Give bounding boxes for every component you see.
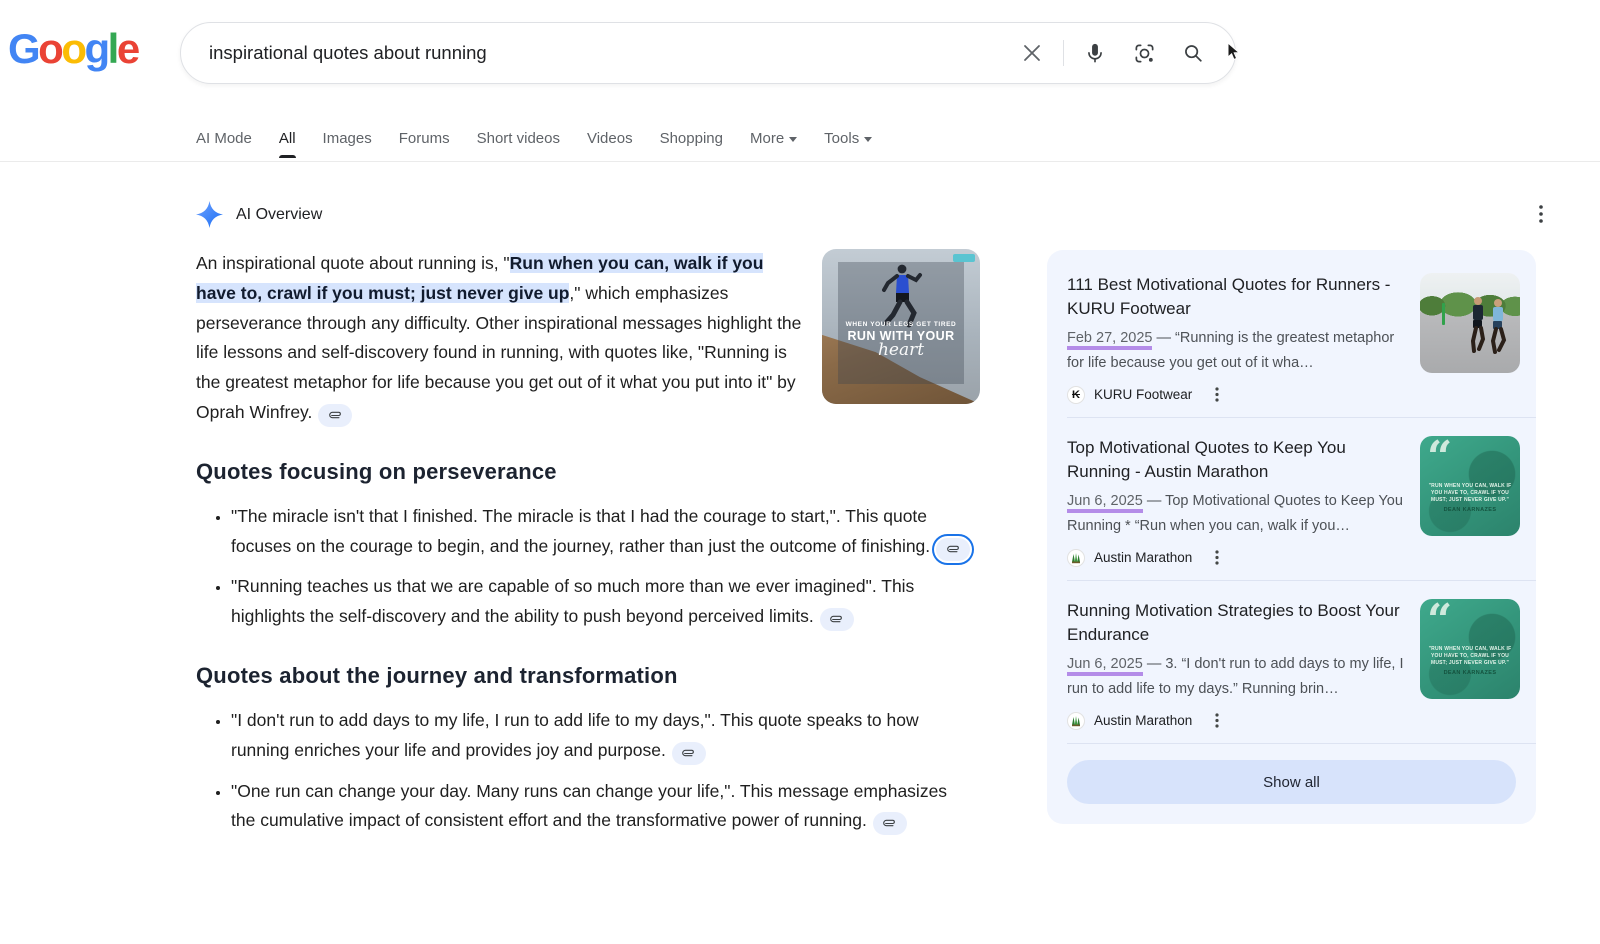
- result-date: Jun 6, 2025: [1067, 493, 1143, 513]
- source-link-chip[interactable]: [672, 742, 706, 765]
- tab-videos[interactable]: Videos: [587, 130, 633, 147]
- tab-more[interactable]: More: [750, 130, 797, 147]
- tab-ai-mode[interactable]: AI Mode: [196, 130, 252, 147]
- source-name: Austin Marathon: [1094, 713, 1192, 728]
- tab-images[interactable]: Images: [323, 130, 372, 147]
- mouse-cursor: [1226, 42, 1242, 62]
- search-input[interactable]: inspirational quotes about running: [209, 42, 1012, 64]
- logo-letter: o: [38, 25, 61, 72]
- runners-photo-thumbnail[interactable]: [1420, 273, 1520, 373]
- caret-down-icon: [789, 137, 797, 142]
- source-card-title[interactable]: Top Motivational Quotes to Keep You Runn…: [1067, 436, 1406, 484]
- result-filter-tabs: AI Mode All Images Forums Short videos V…: [196, 116, 872, 160]
- journey-quote-list: "I don't run to add days to my life, I r…: [196, 706, 980, 836]
- clear-icon[interactable]: [1012, 33, 1052, 73]
- source-name: KURU Footwear: [1094, 387, 1192, 402]
- ai-overview-title: AI Overview: [236, 206, 322, 224]
- source-link-chip-focused[interactable]: [936, 538, 970, 561]
- result-date: Jun 6, 2025: [1067, 656, 1143, 676]
- ai-overview-paragraph: An inspirational quote about running is,…: [196, 249, 802, 428]
- source-card[interactable]: Running Motivation Strategies to Boost Y…: [1047, 581, 1536, 743]
- google-logo[interactable]: Google: [8, 25, 138, 73]
- search-icon[interactable]: [1173, 33, 1213, 73]
- tab-forums[interactable]: Forums: [399, 130, 450, 147]
- card-divider: [1067, 743, 1536, 744]
- caret-down-icon: [864, 137, 872, 142]
- source-card[interactable]: Top Motivational Quotes to Keep You Runn…: [1047, 418, 1536, 580]
- ai-sparkle-icon: [196, 201, 223, 228]
- source-card-snippet: Jun 6, 2025 — 3. “I don't run to add day…: [1067, 652, 1406, 702]
- section-heading-perseverance: Quotes focusing on perseverance: [196, 459, 980, 485]
- source-link-chip[interactable]: [820, 608, 854, 631]
- result-date: Feb 27, 2025: [1067, 330, 1152, 350]
- logo-letter: G: [8, 25, 38, 72]
- logo-letter: e: [117, 25, 138, 72]
- source-link-chip[interactable]: [873, 812, 907, 835]
- quote-graphic-thumbnail[interactable]: “ "RUN WHEN YOU CAN, WALK IF YOU HAVE TO…: [1420, 436, 1520, 536]
- quote-mark-graphic: “: [1427, 436, 1452, 485]
- tab-shopping[interactable]: Shopping: [660, 130, 723, 147]
- quote-list-item: "The miracle isn't that I finished. The …: [231, 502, 973, 562]
- source-card-snippet: Jun 6, 2025 — Top Motivational Quotes to…: [1067, 489, 1406, 539]
- card-overflow-menu-icon[interactable]: [1211, 711, 1223, 730]
- austin-marathon-favicon: [1067, 712, 1085, 730]
- quote-list-item: "Running teaches us that we are capable …: [231, 572, 973, 632]
- ai-overview-content: An inspirational quote about running is,…: [196, 249, 980, 847]
- tab-short-videos[interactable]: Short videos: [477, 130, 560, 147]
- hero-caption: WHEN YOUR LEGS GET TIRED RUN WITH YOUR h…: [822, 321, 980, 360]
- logo-letter: o: [61, 25, 84, 72]
- card-overflow-menu-icon[interactable]: [1211, 548, 1223, 567]
- source-card[interactable]: 111 Best Motivational Quotes for Runners…: [1047, 255, 1536, 417]
- source-name: Austin Marathon: [1094, 550, 1192, 565]
- overflow-menu-icon[interactable]: [1537, 203, 1545, 225]
- runners-figures: [1464, 295, 1512, 357]
- hero-image[interactable]: WHEN YOUR LEGS GET TIRED RUN WITH YOUR h…: [822, 249, 980, 404]
- google-search-page: Google inspirational quotes about runnin…: [0, 0, 1600, 944]
- sources-panel: 111 Best Motivational Quotes for Runners…: [1047, 250, 1536, 824]
- quote-mark-graphic: “: [1427, 599, 1452, 648]
- tabs-divider: [0, 161, 1600, 162]
- search-divider: [1063, 40, 1064, 66]
- quote-list-item: "One run can change your day. Many runs …: [231, 777, 973, 837]
- source-card-title[interactable]: 111 Best Motivational Quotes for Runners…: [1067, 273, 1406, 321]
- austin-marathon-favicon: [1067, 549, 1085, 567]
- source-link-chip[interactable]: [318, 404, 352, 427]
- show-all-button[interactable]: Show all: [1067, 760, 1516, 804]
- logo-letter: g: [84, 25, 107, 72]
- source-card-snippet: Feb 27, 2025 — “Running is the greatest …: [1067, 326, 1406, 376]
- lens-icon[interactable]: [1124, 33, 1164, 73]
- tab-all[interactable]: All: [279, 130, 296, 147]
- microphone-icon[interactable]: [1075, 33, 1115, 73]
- image-badge: [953, 254, 975, 262]
- tab-tools[interactable]: Tools: [824, 130, 872, 147]
- kuru-favicon: K: [1067, 386, 1085, 404]
- quote-graphic-thumbnail[interactable]: “ "RUN WHEN YOU CAN, WALK IF YOU HAVE TO…: [1420, 599, 1520, 699]
- section-heading-journey: Quotes about the journey and transformat…: [196, 663, 980, 689]
- quote-list-item: "I don't run to add days to my life, I r…: [231, 706, 973, 766]
- card-overflow-menu-icon[interactable]: [1211, 385, 1223, 404]
- search-box[interactable]: inspirational quotes about running: [180, 22, 1236, 84]
- logo-letter: l: [108, 25, 117, 72]
- perseverance-quote-list: "The miracle isn't that I finished. The …: [196, 502, 980, 632]
- source-card-title[interactable]: Running Motivation Strategies to Boost Y…: [1067, 599, 1406, 647]
